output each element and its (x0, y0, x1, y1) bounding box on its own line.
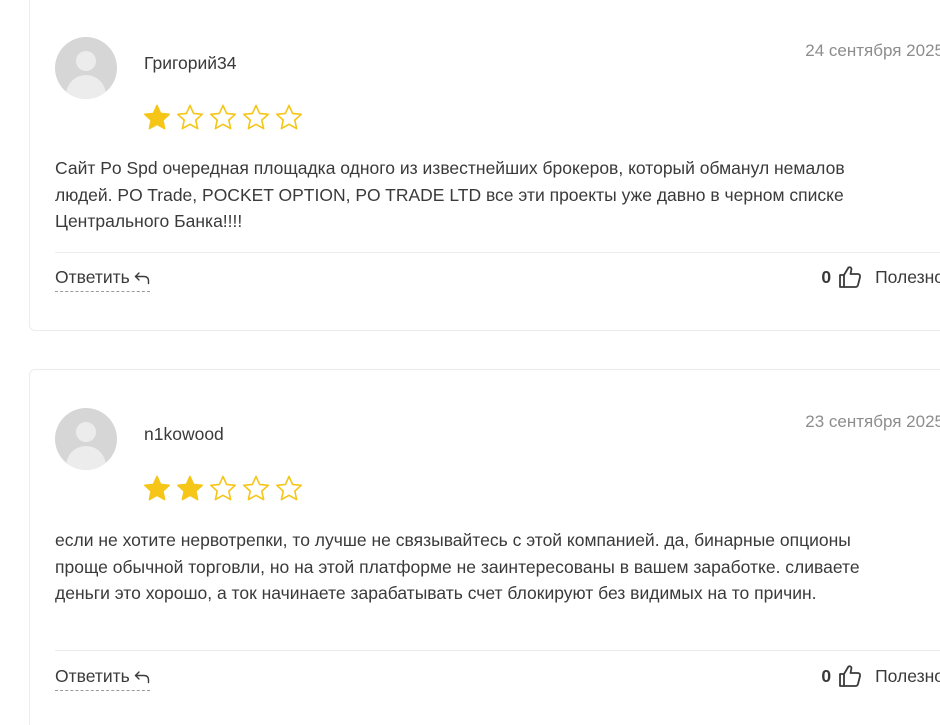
star-empty-icon (276, 104, 302, 130)
avatar-body-shape (66, 446, 106, 470)
star-empty-icon (243, 104, 269, 130)
useful-label[interactable]: Полезно (875, 267, 940, 288)
reply-arrow-icon (134, 271, 150, 284)
star-filled-icon (177, 475, 203, 501)
review-author: n1kowood (144, 424, 224, 444)
star-filled-icon (144, 104, 170, 130)
review-divider (55, 650, 940, 651)
avatar-head-shape (76, 422, 96, 442)
star-empty-icon (177, 104, 203, 130)
reviews-page: Григорий34 24 сентября 2025 Сайт Po Spd … (0, 0, 940, 725)
review-author: Григорий34 (144, 53, 237, 73)
review-text: если не хотите нервотрепки, то лучше не … (55, 530, 860, 603)
useful-label[interactable]: Полезно (875, 666, 940, 687)
avatar (55, 408, 117, 470)
star-empty-icon (210, 475, 236, 501)
reply-label: Ответить (55, 267, 130, 287)
review-date: 23 сентября 2025 (805, 412, 940, 431)
reply-button[interactable]: Ответить (55, 267, 150, 292)
star-filled-icon (144, 475, 170, 501)
useful-vote: 0 Полезно (821, 663, 940, 689)
rating-stars (142, 474, 304, 504)
review-card: Григорий34 24 сентября 2025 Сайт Po Spd … (29, 0, 940, 331)
reply-arrow-icon (134, 670, 150, 683)
star-empty-icon (276, 475, 302, 501)
avatar-head-shape (76, 51, 96, 71)
useful-count: 0 (821, 266, 832, 287)
avatar (55, 37, 117, 99)
reply-button[interactable]: Ответить (55, 666, 150, 691)
star-empty-icon (210, 104, 236, 130)
star-empty-icon (243, 475, 269, 501)
thumbs-up-icon[interactable] (837, 264, 863, 290)
reply-label: Ответить (55, 666, 130, 686)
review-date: 24 сентября 2025 (805, 41, 940, 60)
review-card: n1kowood 23 сентября 2025 если не хотите… (29, 369, 940, 725)
review-text: Сайт Po Spd очередная площадка одного из… (55, 158, 845, 231)
useful-count: 0 (821, 665, 832, 686)
thumbs-up-icon[interactable] (837, 663, 863, 689)
useful-vote: 0 Полезно (821, 264, 940, 290)
avatar-body-shape (66, 75, 106, 99)
review-divider (55, 252, 940, 253)
rating-stars (142, 103, 304, 133)
